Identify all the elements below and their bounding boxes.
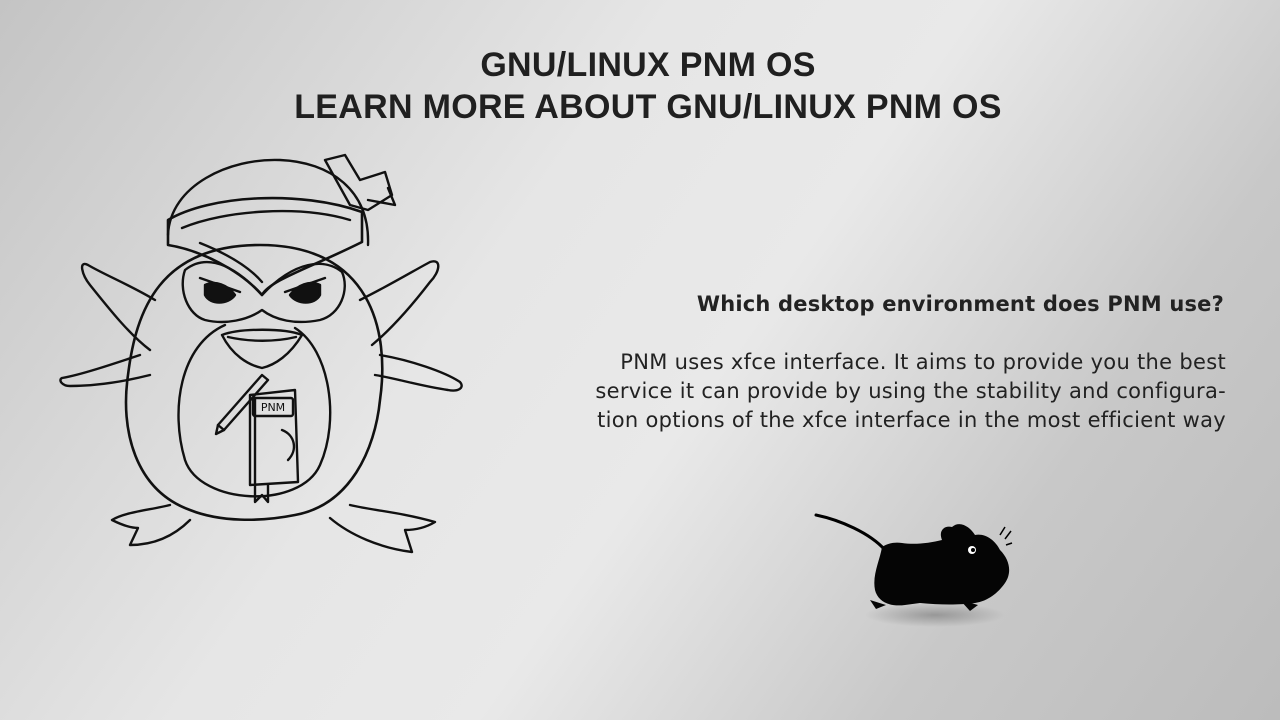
page-title: GNU/LINUX PNM OS LEARN MORE ABOUT GNU/LI… bbox=[0, 44, 1280, 128]
faq-answer-line: service it can provide by using the stab… bbox=[595, 379, 1226, 403]
title-line-1: GNU/LINUX PNM OS bbox=[480, 46, 816, 84]
faq-question: Which desktop environment does PNM use? bbox=[696, 292, 1224, 316]
faq-answer: PNM uses xfce interface. It aims to prov… bbox=[595, 348, 1226, 435]
penguin-badge-text: PNM bbox=[261, 401, 285, 414]
faq-answer-line: tion options of the xfce interface in th… bbox=[597, 408, 1226, 432]
title-line-2: LEARN MORE ABOUT GNU/LINUX PNM OS bbox=[294, 88, 1002, 126]
xfce-mouse-icon bbox=[814, 513, 1013, 627]
ninja-penguin-icon: PNM bbox=[59, 153, 463, 554]
faq-answer-line: PNM uses xfce interface. It aims to prov… bbox=[620, 350, 1226, 374]
